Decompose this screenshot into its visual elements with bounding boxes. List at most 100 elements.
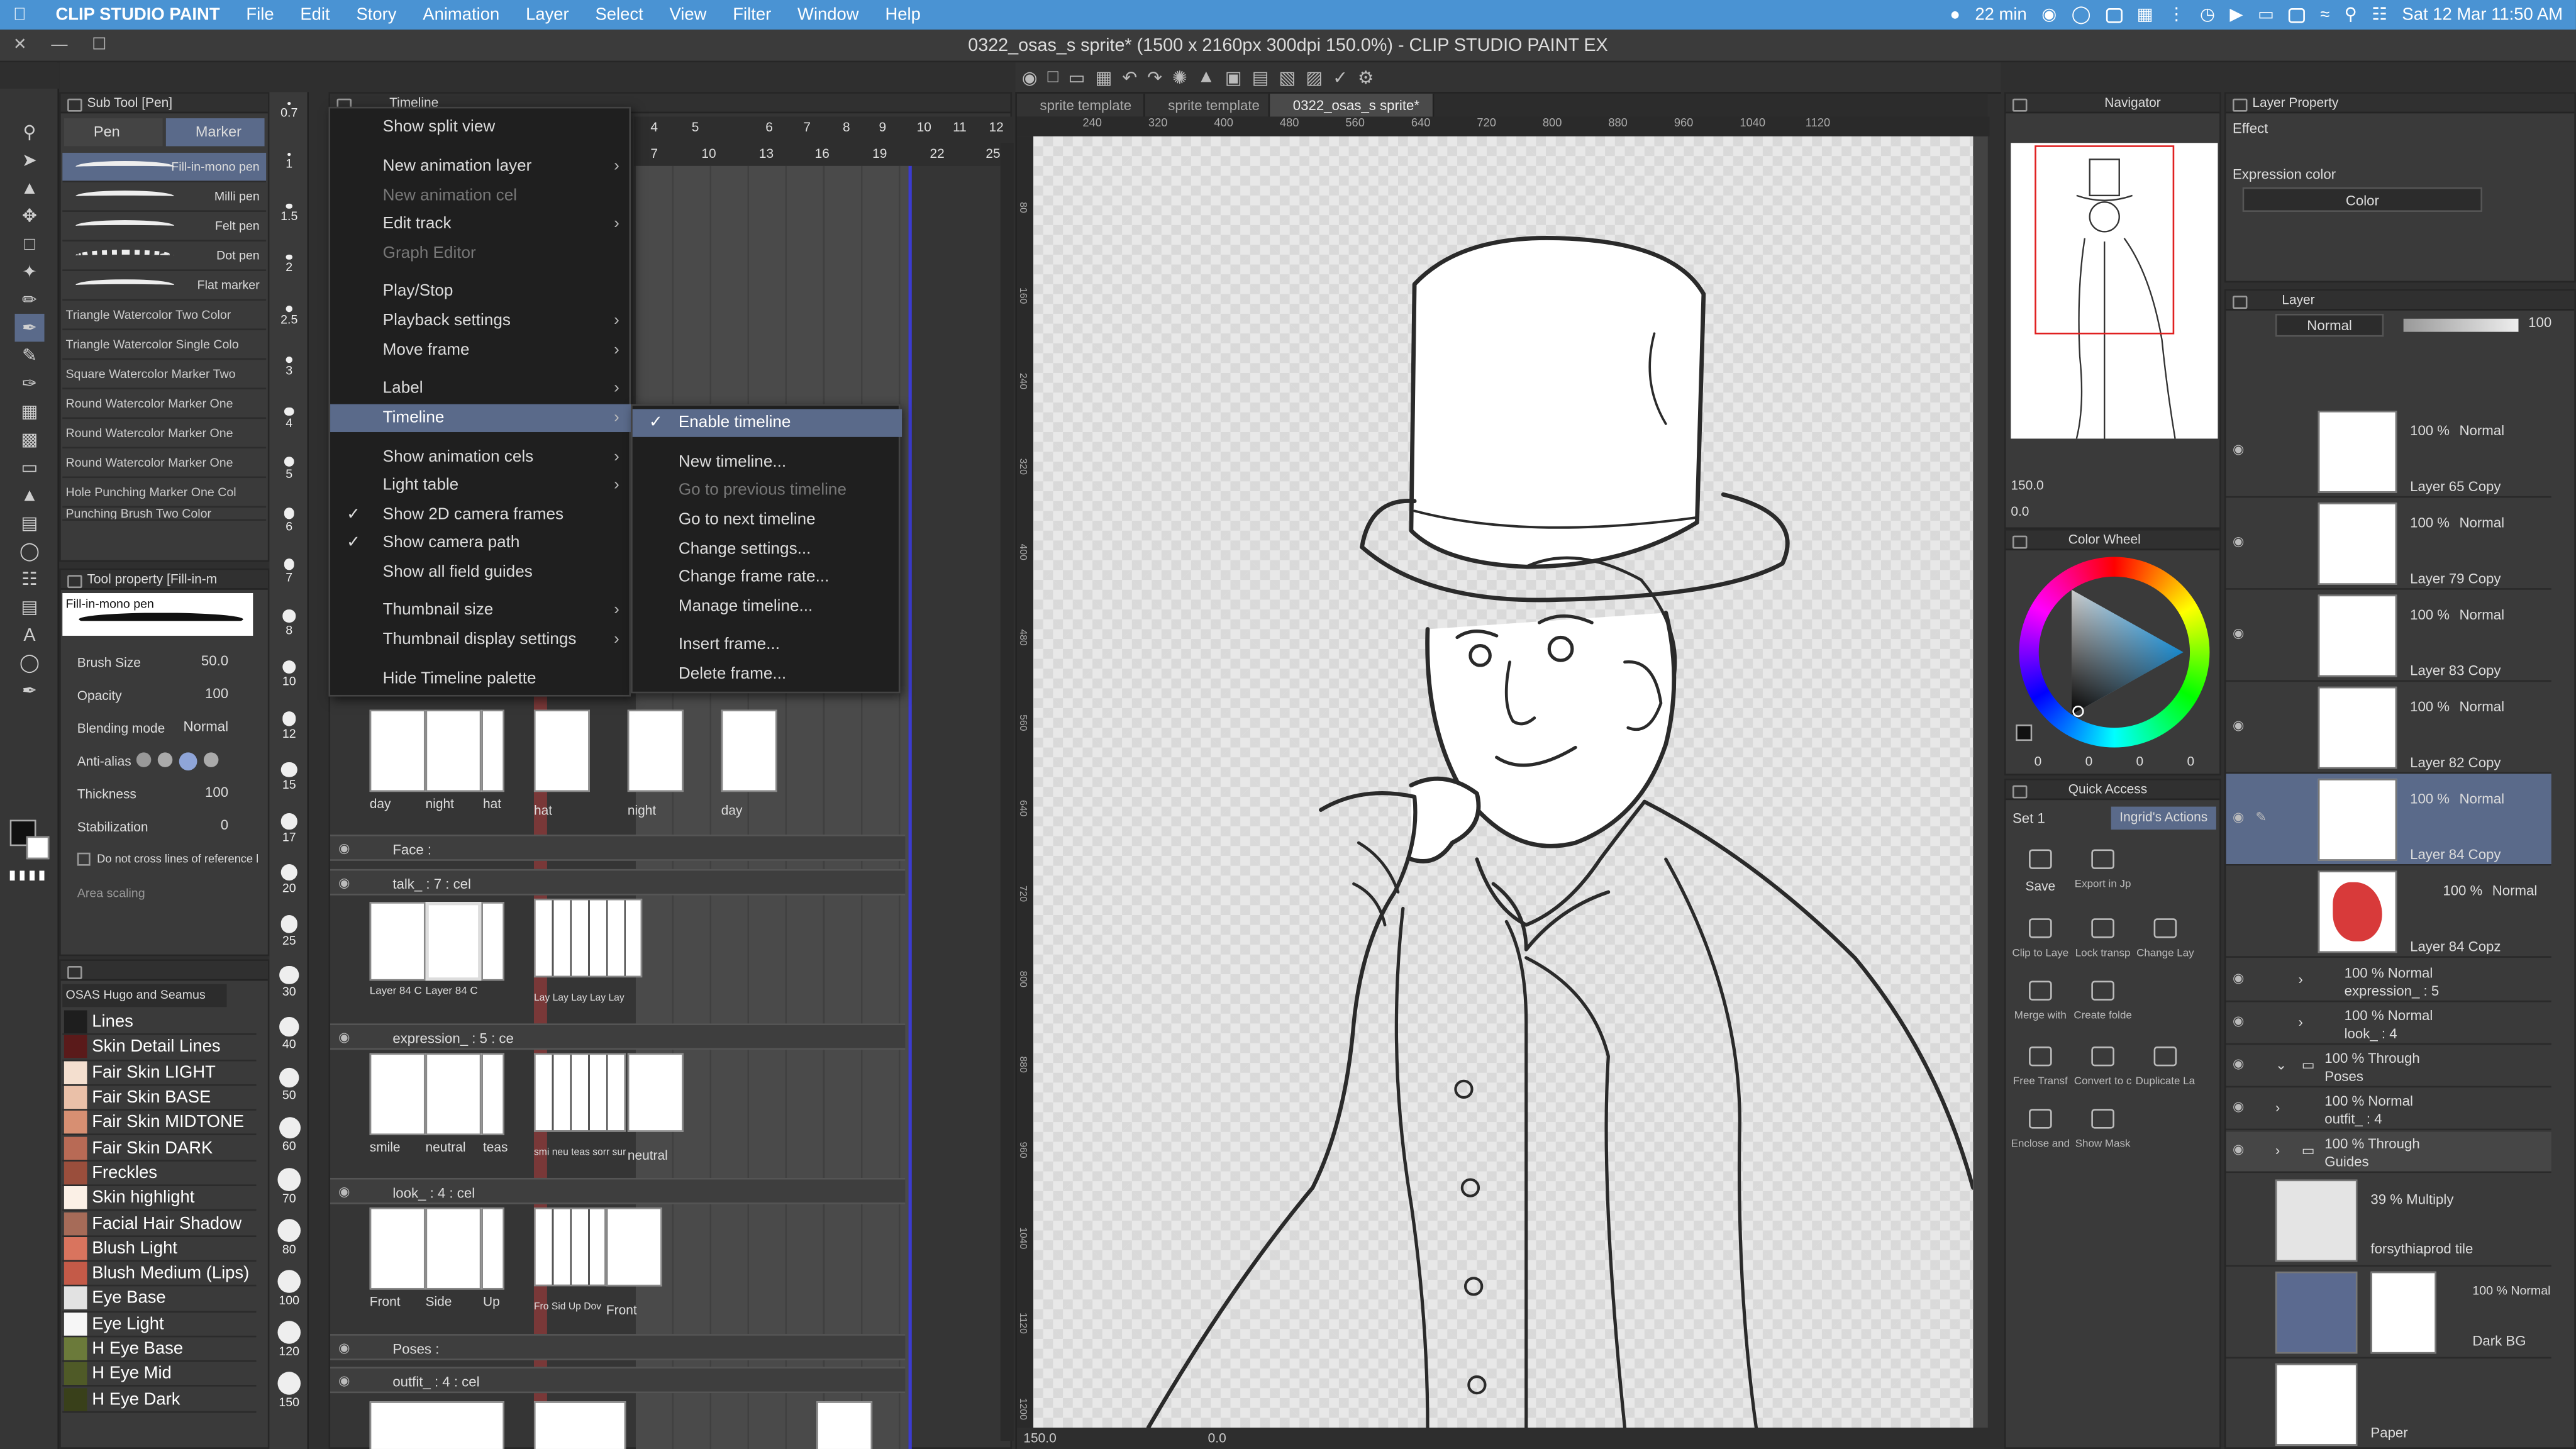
alpha-value[interactable]: 0 (2187, 754, 2195, 770)
brush-item[interactable]: Triangle Watercolor Single Colo (62, 330, 267, 360)
brush-size-preset[interactable]: 8 (276, 609, 303, 637)
time-machine-icon[interactable]: ◷ (2200, 5, 2215, 25)
snap-special-icon[interactable]: ▨ (1306, 67, 1323, 87)
menu-show-split-view[interactable]: Show split view (330, 113, 633, 141)
color-item[interactable]: Eye Base (62, 1287, 257, 1313)
color-item[interactable]: Freckles (62, 1161, 257, 1187)
menu-window[interactable]: Window (784, 5, 872, 25)
color-item[interactable]: Skin Detail Lines (62, 1035, 257, 1061)
brush-tool-icon[interactable]: ✑ (15, 370, 45, 397)
gradient-tool-icon[interactable]: ▤ (15, 509, 45, 537)
visibility-eye-icon[interactable]: ◉ (338, 1030, 350, 1045)
folder-look[interactable]: ◉ › 100 % Normal look_ : 4 (2226, 1004, 2551, 1045)
duplicate-layer-button[interactable]: Duplicate La (2134, 1046, 2196, 1087)
cel-thumb[interactable] (369, 1401, 504, 1449)
menu-story[interactable]: Story (343, 5, 410, 25)
menu-play-stop[interactable]: Play/Stop (330, 277, 633, 305)
visibility-eye-icon[interactable]: ◉ (338, 1341, 350, 1356)
stroke-toggle-icon[interactable]: ✓ (1333, 67, 1348, 87)
create-folder-button[interactable]: Create folde (2072, 980, 2134, 1022)
menu-edit-track[interactable]: Edit track › (330, 210, 633, 238)
pen-tool-icon[interactable]: ✒ (14, 313, 45, 342)
decoration-tool-icon[interactable]: ▦ (15, 397, 45, 425)
menu-new-timeline[interactable]: New timeline... (633, 448, 902, 476)
cel-thumb[interactable] (425, 1053, 482, 1136)
settings-icon[interactable]: ⚙ (1358, 67, 1374, 87)
visibility-eye-icon[interactable]: ◉ (2233, 442, 2244, 457)
aa-weak-icon[interactable] (157, 752, 173, 767)
tab-ingrids-actions[interactable]: Ingrid's Actions (2111, 806, 2216, 830)
expression-color-select[interactable]: Color (2242, 187, 2483, 212)
tab-pen[interactable]: Pen (64, 118, 163, 147)
brush-item[interactable]: Fill-in-mono pen (62, 152, 267, 182)
layer-item[interactable]: 100 % Normal Layer 84 Copz (2226, 866, 2551, 958)
menu-change-settings[interactable]: Change settings... (633, 536, 902, 564)
brush-item[interactable]: Round Watercolor Marker One (62, 389, 267, 419)
menu-layer[interactable]: Layer (513, 5, 582, 25)
wifi-icon[interactable]: ≈ (2320, 5, 2329, 25)
color-item[interactable]: H Eye Dark (62, 1387, 257, 1413)
play-icon[interactable]: ▶ (2229, 5, 2243, 25)
area-scaling-row[interactable]: Area scaling (61, 875, 268, 908)
blend-row[interactable]: Blending mode Normal (61, 711, 268, 744)
brush-item[interactable]: Punching Brush Two Color (62, 508, 267, 521)
menu-filter[interactable]: Filter (719, 5, 784, 25)
brush-item[interactable]: Milli pen (62, 182, 267, 212)
chevron-right-icon[interactable]: › (2298, 1014, 2302, 1030)
balloon-tool-icon[interactable]: ◯ (15, 649, 45, 677)
blend-value[interactable]: Normal (184, 718, 229, 735)
color-item[interactable]: Facial Hair Shadow (62, 1211, 257, 1237)
redo-icon[interactable]: ↷ (1147, 67, 1162, 87)
timeline-track-look[interactable]: look_ : 4 : cel (330, 1177, 906, 1204)
visibility-eye-icon[interactable]: ◉ (338, 841, 350, 856)
brush-size-preset[interactable]: 7 (276, 558, 303, 586)
transform-icon[interactable]: ▣ (1225, 67, 1242, 87)
drawing-canvas[interactable] (1033, 136, 1974, 1428)
operation-tool-icon[interactable]: ➤ (15, 146, 45, 174)
cel-thumb[interactable] (369, 902, 426, 981)
brush-size-preset[interactable]: 60 (276, 1118, 303, 1154)
timeline-track-talk[interactable]: talk_ : 7 : cel (330, 869, 906, 896)
track-cel[interactable] (816, 1401, 873, 1449)
menu-show-camera-path[interactable]: ✓ Show camera path (330, 529, 633, 557)
track-cel[interactable] (721, 709, 777, 792)
color-item[interactable]: Blush Light (62, 1236, 257, 1262)
brush-size-preset[interactable]: 100 (276, 1270, 303, 1308)
menu-edit[interactable]: Edit (287, 5, 343, 25)
thickness-value[interactable]: 100 (205, 784, 228, 800)
cel-thumb[interactable] (481, 902, 504, 981)
brush-size-preset[interactable]: 6 (276, 508, 303, 533)
menu-playback-settings[interactable]: Playback settings › (330, 307, 633, 335)
cel-thumb[interactable] (369, 1053, 426, 1136)
eraser-icon[interactable]: ▭ (15, 453, 45, 481)
color-item[interactable]: Skin highlight (62, 1186, 257, 1212)
timeline-track-outfit[interactable]: outfit_ : 4 : cel (330, 1367, 906, 1394)
visibility-eye-icon[interactable]: ◉ (2233, 534, 2244, 549)
visibility-eye-icon[interactable]: ◉ (338, 1374, 350, 1389)
set-selector[interactable]: Set 1 (2009, 807, 2108, 830)
menu-delete-frame[interactable]: Delete frame... (633, 660, 902, 688)
lock-transparency-button[interactable]: Lock transp (2072, 918, 2134, 960)
visibility-eye-icon[interactable]: ◉ (2233, 971, 2244, 986)
blend-mode-select[interactable]: Normal (2275, 313, 2384, 337)
enclose-button[interactable]: Enclose and (2009, 1109, 2072, 1150)
brush-item[interactable]: Round Watercolor Marker One (62, 419, 267, 449)
red-value[interactable]: 0 (2035, 754, 2042, 770)
layer-item-selected[interactable]: ◉ ✎ 100 % Normal Layer 84 Copy (2226, 774, 2551, 866)
brush-item[interactable]: Triangle Watercolor Two Color (62, 301, 267, 331)
thickness-row[interactable]: Thickness 100 (61, 777, 268, 810)
brush-size-preset[interactable]: 70 (276, 1169, 303, 1206)
menu-insert-frame[interactable]: Insert frame... (633, 631, 902, 658)
layer-item[interactable]: ◉ 100 % Normal Layer 65 Copy (2226, 406, 2551, 498)
canvas-zoom[interactable]: 150.0 (1023, 1431, 1056, 1446)
menu-hide-timeline-palette[interactable]: Hide Timeline palette (330, 665, 633, 693)
clear-icon[interactable]: ✺ (1172, 67, 1187, 87)
brush-item[interactable]: Hole Punching Marker One Col (62, 478, 267, 508)
menu-thumbnail-display-settings[interactable]: Thumbnail display settings › (330, 626, 633, 653)
object-tool-icon[interactable]: ▲ (15, 174, 45, 202)
brush-size-preset[interactable]: 25 (276, 914, 303, 947)
brush-item[interactable]: Flat marker (62, 271, 267, 301)
edit-pen-icon[interactable]: ✎ (2256, 810, 2267, 825)
brush-size-preset[interactable]: 1 (276, 152, 303, 172)
menu-enable-timeline[interactable]: ✓ Enable timeline (632, 409, 902, 437)
